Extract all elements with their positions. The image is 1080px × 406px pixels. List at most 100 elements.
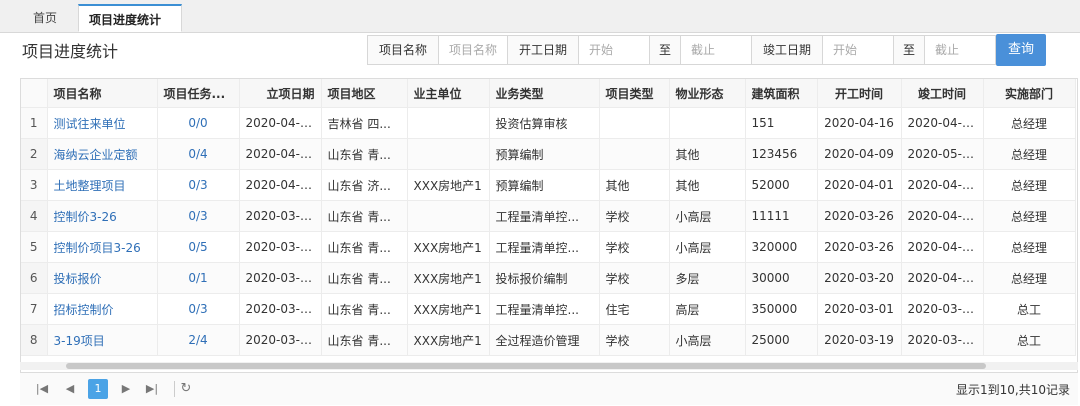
start-date-from-input[interactable]: 开始 — [578, 35, 650, 65]
cell-end-time: 2020-05-31 — [901, 138, 984, 170]
task-progress-link[interactable]: 0/5 — [157, 231, 240, 263]
table-row[interactable]: 4 控制价3-26 0/3 2020-03-27 山东省 青... 工程量清单控... 学校… — [21, 200, 1076, 232]
project-name-link[interactable]: 测试往来单位 — [47, 107, 158, 139]
end-date-from-input[interactable]: 开始 — [822, 35, 894, 65]
task-progress-link[interactable]: 0/3 — [157, 293, 240, 325]
cell-date: 2020-04-28 — [239, 107, 322, 139]
task-progress-link[interactable]: 0/4 — [157, 138, 240, 170]
project-name-link[interactable]: 投标报价 — [47, 262, 158, 294]
table-row[interactable]: 3 土地整理项目 0/3 2020-04-03 山东省 济... XXX房地产1 预算编制其… — [21, 169, 1076, 201]
cell-business-type: 工程量清单控... — [489, 293, 600, 325]
task-progress-link[interactable]: 2/4 — [157, 324, 240, 356]
end-date-to-input[interactable]: 截止 — [924, 35, 996, 65]
cell-start-time: 2020-03-20 — [817, 262, 902, 294]
table-row[interactable]: 7 招标控制价 0/3 2020-03-19 山东省 青... XXX房地产1 工程量清单控… — [21, 293, 1076, 325]
pager-divider — [174, 381, 175, 397]
scrollbar-thumb[interactable] — [66, 363, 986, 369]
cell-project-type: 其他 — [599, 169, 670, 201]
cell-end-time: 2020-03-31 — [901, 293, 984, 325]
cell-project-type: 学校 — [599, 200, 670, 232]
cell-start-time: 2020-03-19 — [817, 324, 902, 356]
task-progress-link[interactable]: 0/0 — [157, 107, 240, 139]
cell-date: 2020-04-22 — [239, 138, 322, 170]
column-header[interactable]: 业主单位 — [407, 79, 490, 108]
cell-building-area: 52000 — [745, 169, 818, 201]
cell-department: 总经理 — [983, 138, 1076, 170]
query-button[interactable]: 查询 — [996, 34, 1046, 66]
table-row[interactable]: 6 投标报价 0/1 2020-03-20 山东省 青... XXX房地产1 投标报价编制学… — [21, 262, 1076, 294]
cell-business-type: 工程量清单控... — [489, 200, 600, 232]
task-progress-link[interactable]: 0/3 — [157, 200, 240, 232]
cell-end-time: 2020-04-17 — [901, 200, 984, 232]
cell-date: 2020-03-20 — [239, 262, 322, 294]
column-header[interactable]: 项目任务... — [157, 79, 240, 108]
row-number: 6 — [21, 262, 48, 294]
project-name-link[interactable]: 海纳云企业定额 — [47, 138, 158, 170]
pager-info: 显示1到10,共10记录 — [956, 383, 1070, 397]
cell-region: 山东省 青... — [321, 324, 408, 356]
project-name-link[interactable]: 控制价3-26 — [47, 200, 158, 232]
task-progress-link[interactable]: 0/3 — [157, 169, 240, 201]
table-row[interactable]: 1 测试往来单位 0/0 2020-04-28 吉林省 四... 投资估算审核 151 202… — [21, 107, 1076, 139]
cell-project-type — [599, 107, 670, 139]
column-header[interactable]: 竣工时间 — [901, 79, 984, 108]
cell-business-type: 工程量清单控... — [489, 231, 600, 263]
search-bar: 项目名称 项目名称 开工日期 开始 至 截止 竣工日期 开始 至 截止 查询 — [367, 34, 1046, 66]
column-header[interactable]: 立项日期 — [239, 79, 322, 108]
next-page-icon[interactable]: ▶ — [116, 379, 136, 399]
cell-department: 总经理 — [983, 262, 1076, 294]
project-name-link[interactable]: 3-19项目 — [47, 324, 158, 356]
cell-property-form: 其他 — [669, 169, 746, 201]
column-header[interactable]: 实施部门 — [983, 79, 1076, 108]
project-table: 项目名称 项目任务... 立项日期 项目地区 业主单位 业务类型 项目类型 物业… — [20, 78, 1078, 404]
prev-page-icon[interactable]: ◀ — [60, 379, 80, 399]
row-number: 8 — [21, 324, 48, 356]
cell-property-form: 小高层 — [669, 200, 746, 232]
project-name-link[interactable]: 招标控制价 — [47, 293, 158, 325]
cell-department: 总经理 — [983, 107, 1076, 139]
project-name-input[interactable]: 项目名称 — [438, 35, 508, 65]
project-name-link[interactable]: 控制价项目3-26 — [47, 231, 158, 263]
column-header[interactable]: 建筑面积 — [745, 79, 818, 108]
column-header[interactable]: 项目类型 — [599, 79, 670, 108]
cell-building-area: 11111 — [745, 200, 818, 232]
cell-end-time: 2020-04-30 — [901, 231, 984, 263]
last-page-icon[interactable]: ▶| — [142, 379, 162, 399]
column-header[interactable]: 开工时间 — [817, 79, 902, 108]
first-page-icon[interactable]: |◀ — [32, 379, 52, 399]
cell-start-time: 2020-03-26 — [817, 231, 902, 263]
cell-start-time: 2020-04-01 — [817, 169, 902, 201]
task-progress-link[interactable]: 0/1 — [157, 262, 240, 294]
horizontal-scrollbar[interactable] — [20, 362, 1078, 370]
tab-home[interactable]: 首页 — [14, 4, 76, 32]
cell-project-type: 学校 — [599, 324, 670, 356]
column-header[interactable]: 项目地区 — [321, 79, 408, 108]
cell-start-time: 2020-04-16 — [817, 107, 902, 139]
tab-project-progress[interactable]: 项目进度统计× — [78, 4, 182, 55]
row-number: 7 — [21, 293, 48, 325]
cell-business-type: 投标报价编制 — [489, 262, 600, 294]
end-date-label: 竣工日期 — [751, 35, 823, 65]
column-header[interactable]: 物业形态 — [669, 79, 746, 108]
tab-label: 项目进度统计 — [89, 13, 162, 27]
cell-department: 总工 — [983, 293, 1076, 325]
start-date-label: 开工日期 — [507, 35, 579, 65]
start-date-to-input[interactable]: 截止 — [680, 35, 752, 65]
cell-region: 山东省 青... — [321, 231, 408, 263]
cell-owner: XXX房地产1 — [407, 231, 490, 263]
refresh-icon[interactable]: ↻ — [176, 379, 196, 399]
column-header[interactable]: 项目名称 — [47, 79, 158, 108]
table-row[interactable]: 5 控制价项目3-26 0/5 2020-03-26 山东省 青... XXX房地产1 工程… — [21, 231, 1076, 263]
page-number-button[interactable]: 1 — [88, 379, 108, 399]
cell-end-time: 2020-04-30 — [901, 169, 984, 201]
project-name-link[interactable]: 土地整理项目 — [47, 169, 158, 201]
cell-business-type: 全过程造价管理 — [489, 324, 600, 356]
cell-owner: XXX房地产1 — [407, 293, 490, 325]
cell-start-time: 2020-03-01 — [817, 293, 902, 325]
cell-building-area: 25000 — [745, 324, 818, 356]
cell-end-time: 2020-03-31 — [901, 324, 984, 356]
table-row[interactable]: 2 海纳云企业定额 0/4 2020-04-22 山东省 青... 预算编制 其他 12345… — [21, 138, 1076, 170]
table-row[interactable]: 8 3-19项目 2/4 2020-03-19 山东省 青... XXX房地产1 全过程造价… — [21, 324, 1076, 356]
column-header[interactable]: 业务类型 — [489, 79, 600, 108]
cell-department: 总经理 — [983, 200, 1076, 232]
